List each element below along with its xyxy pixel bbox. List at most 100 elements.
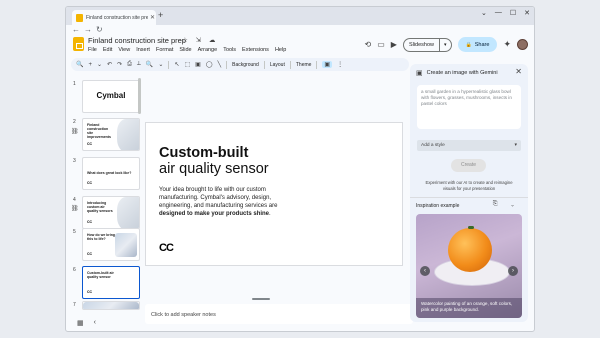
brand-mark: CC (87, 252, 93, 256)
print-icon[interactable]: ⎙ (127, 61, 132, 68)
brand-mark: CC (87, 181, 93, 185)
avatar[interactable] (517, 39, 528, 50)
docs-header: Finland construction site prep ☆ ⇲ ☁ Fil… (66, 35, 534, 57)
background-button[interactable]: Background (232, 62, 259, 68)
menu-insert[interactable]: Insert (136, 47, 150, 53)
next-icon[interactable]: › (508, 266, 518, 276)
redo-icon[interactable]: ↷ (117, 61, 122, 68)
new-slide-icon[interactable]: + (88, 62, 92, 68)
undo-icon[interactable]: ↶ (107, 61, 112, 68)
copy-collapse-icons[interactable]: ⎘ ⌄ (493, 201, 520, 208)
menu-help[interactable]: Help (275, 47, 286, 53)
slide-thumbnail-5[interactable]: How do we bring this to life? CC (82, 228, 140, 261)
slide-thumbnail-7[interactable] (82, 301, 140, 310)
thumbnail-title: Finland construction site improvements (87, 123, 111, 139)
style-label: Add a style (421, 143, 445, 148)
tab-close-icon[interactable]: ✕ (150, 14, 155, 21)
tab-search-icon[interactable]: ⌄ (481, 9, 487, 17)
image-icon[interactable]: ▣ (195, 61, 201, 68)
previous-icon[interactable]: ‹ (420, 266, 430, 276)
new-tab-icon[interactable]: + (158, 10, 163, 20)
select-icon[interactable]: ↖ (174, 61, 179, 68)
menu-file[interactable]: File (88, 47, 97, 53)
thumbnail-image (115, 233, 137, 257)
thumbnail-title: How do we bring this to life? (87, 233, 115, 241)
link-icon: ⛓ (71, 206, 79, 212)
gemini-icon[interactable]: ✦ (503, 39, 511, 50)
decorative-shape (117, 197, 139, 228)
speaker-notes[interactable]: Click to add speaker notes (145, 304, 413, 324)
comments-icon[interactable]: ▭ (377, 40, 385, 49)
prompt-input[interactable]: a small garden in a hyperrealistic glass… (417, 85, 521, 129)
back-icon[interactable]: ← (72, 25, 80, 34)
menu-format[interactable]: Format (156, 47, 173, 53)
slide-thumbnail-4[interactable]: Introducing custom air quality sensors C… (82, 196, 140, 229)
style-dropdown[interactable]: Add a style ▾ (417, 140, 521, 151)
menu-view[interactable]: View (118, 47, 130, 53)
star-move-cloud-icons[interactable]: ☆ ⇲ ☁ (182, 36, 218, 44)
slide-filmstrip: 1 Cymbal 2 ⛓ Finland construction site i… (71, 78, 141, 310)
more-options-icon[interactable]: ⋮ (337, 61, 343, 68)
slideshow-dropdown-icon[interactable]: ▾ (440, 42, 451, 48)
zoom-dropdown-icon[interactable]: ⌄ (158, 61, 163, 68)
create-button[interactable]: Create (451, 159, 486, 172)
close-icon[interactable]: ✕ (515, 67, 522, 76)
share-button[interactable]: 🔒 Share (457, 37, 498, 52)
document-title[interactable]: Finland construction site prep (88, 36, 186, 45)
slide-heading-line2[interactable]: air quality sensor (159, 161, 269, 177)
slideshow-label[interactable]: Slideshow (404, 38, 441, 51)
toolbar-divider (316, 60, 318, 69)
slide-thumbnail-1[interactable]: Cymbal (82, 80, 140, 113)
chevron-down-icon: ▾ (514, 142, 517, 148)
experiment-text: Experiment with our AI to create and rei… (425, 180, 513, 191)
slide-number: 7 (73, 302, 76, 308)
toolbar-divider (289, 60, 291, 69)
slide-thumbnail-3[interactable]: What does great look like? CC (82, 157, 140, 190)
zoom-icon[interactable]: 🔍 (146, 61, 153, 68)
maximize-icon[interactable]: ☐ (510, 9, 516, 17)
slide-number: 3 (73, 158, 76, 164)
menu-edit[interactable]: Edit (103, 47, 112, 53)
shape-icon[interactable]: ◯ (206, 61, 213, 68)
menu-tools[interactable]: Tools (223, 47, 236, 53)
line-icon[interactable]: ╲ (218, 61, 222, 68)
gemini-image-icon[interactable]: ▣ (322, 61, 333, 68)
meet-camera-icon[interactable]: ▶ (391, 40, 397, 49)
reload-icon[interactable]: ↻ (96, 25, 103, 34)
search-menus-icon[interactable]: 🔍 (76, 61, 83, 68)
close-window-icon[interactable]: ✕ (524, 9, 530, 17)
theme-button[interactable]: Theme (296, 62, 312, 68)
slide-number: 6 (73, 267, 76, 273)
paint-format-icon[interactable]: ⟂ (137, 61, 141, 68)
browser-nav: ← → ↻ (66, 25, 534, 35)
slide-number: 5 (73, 229, 76, 235)
layout-button[interactable]: Layout (270, 62, 285, 68)
thumbnail-title: Custom-built air quality sensor (87, 271, 114, 279)
slideshow-button[interactable]: Slideshow ▾ (402, 37, 452, 52)
slide-heading-line1[interactable]: Custom-built (159, 145, 248, 161)
slides-favicon-icon (76, 13, 83, 22)
inspiration-caption: Watercolor painting of an orange, soft c… (416, 298, 522, 318)
cymbal-logo: Cymbal (96, 91, 126, 100)
brand-mark[interactable]: CC (159, 242, 174, 254)
slide-body-text[interactable]: Your idea brought to life with our custo… (159, 186, 289, 218)
current-slide[interactable]: Custom-built air quality sensor Your ide… (145, 122, 403, 266)
brand-mark: CC (87, 290, 93, 294)
minimize-icon[interactable]: — (495, 9, 502, 17)
slide-thumbnail-2[interactable]: Finland construction site improvements C… (82, 118, 140, 151)
inspiration-label: Inspiration example (416, 203, 460, 209)
brand-mark: CC (87, 142, 93, 146)
inspiration-image[interactable]: ‹ › Watercolor painting of an orange, so… (416, 214, 522, 318)
menu-slide[interactable]: Slide (179, 47, 191, 53)
forward-icon[interactable]: → (84, 25, 92, 34)
slide-thumbnail-6-selected[interactable]: Custom-built air quality sensor CC (82, 266, 140, 299)
tab-title: Finland construction site prep (86, 14, 148, 21)
version-history-icon[interactable]: ⟲ (365, 40, 372, 49)
slides-logo-icon[interactable] (73, 37, 84, 51)
browser-tab[interactable]: Finland construction site prep ✕ (72, 10, 156, 25)
menu-arrange[interactable]: Arrange (198, 47, 218, 53)
menu-extensions[interactable]: Extensions (242, 47, 269, 53)
new-slide-dropdown-icon[interactable]: ⌄ (97, 61, 102, 68)
text-box-icon[interactable]: ⬚ (184, 61, 190, 68)
image-create-icon: ▣ (416, 70, 423, 77)
